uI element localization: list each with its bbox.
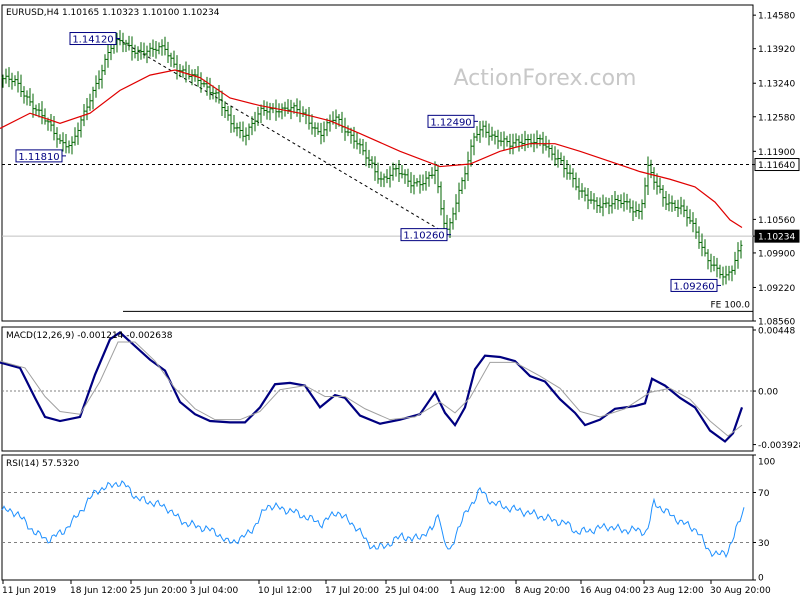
macd-y-tick-label: 0.00	[758, 388, 778, 398]
price-y-tick-label: 1.14580	[758, 12, 795, 22]
price-annotation-label: 1.11810	[18, 152, 59, 163]
rsi-y-tick-label: 30	[758, 539, 770, 549]
price-annotation-label: 1.10260	[403, 231, 444, 242]
price-y-tick-label: 1.11900	[758, 148, 795, 158]
macd-y-tick-label: 0.00448	[758, 326, 795, 336]
price-y-tick-label: 1.11640	[758, 161, 795, 171]
price-y-tick-label: 1.12580	[758, 113, 795, 123]
price-annotation-label: 1.14120	[72, 35, 113, 46]
x-axis-label: 8 Aug 20:00	[515, 586, 570, 596]
x-axis-label: 23 Aug 12:00	[643, 586, 704, 596]
x-axis-label: 11 Jun 2019	[2, 586, 56, 596]
x-axis-label: 30 Aug 20:00	[710, 586, 771, 596]
rsi-y-tick-label: 0	[758, 574, 764, 584]
price-y-tick-label: 1.10560	[758, 216, 795, 226]
price-annotation-label: 1.09260	[673, 281, 714, 292]
rsi-panel-title: RSI(14) 57.5320	[6, 459, 79, 469]
price-y-tick-label: 1.13240	[758, 80, 795, 90]
x-axis-label: 3 Jul 04:00	[190, 586, 239, 596]
price-panel-title: EURUSD,H4 1.10165 1.10323 1.10100 1.1023…	[6, 8, 220, 18]
price-y-tick-label: 1.10234	[758, 233, 795, 243]
x-axis-label: 17 Jul 20:00	[325, 586, 379, 596]
x-axis-label: 10 Jul 12:00	[258, 586, 312, 596]
x-axis-label: 25 Jun 20:00	[130, 586, 187, 596]
price-annotation-label: 1.12490	[430, 117, 471, 128]
macd-panel-title: MACD(12,26,9) -0.001214 -0.002638	[6, 331, 173, 341]
price-y-tick-label: 1.09900	[758, 249, 795, 259]
watermark: ActionForex.com	[454, 66, 637, 91]
x-axis-label: 18 Jun 12:00	[70, 586, 127, 596]
forex-chart: ActionForex.com FE 100.0 1.14120 1.11810 1.1…	[0, 0, 800, 600]
fe-line-label: FE 100.0	[711, 300, 751, 310]
x-axis-label: 16 Aug 04:00	[580, 586, 641, 596]
macd-y-tick-label: -0.003928	[758, 441, 800, 451]
x-axis-label: 1 Aug 12:00	[450, 586, 505, 596]
x-axis-label: 25 Jul 04:00	[385, 586, 439, 596]
price-y-tick-label: 1.13920	[758, 45, 795, 55]
rsi-y-tick-label: 100	[758, 458, 775, 468]
price-y-tick-label: 1.09220	[758, 284, 795, 294]
rsi-y-tick-label: 70	[758, 489, 770, 499]
